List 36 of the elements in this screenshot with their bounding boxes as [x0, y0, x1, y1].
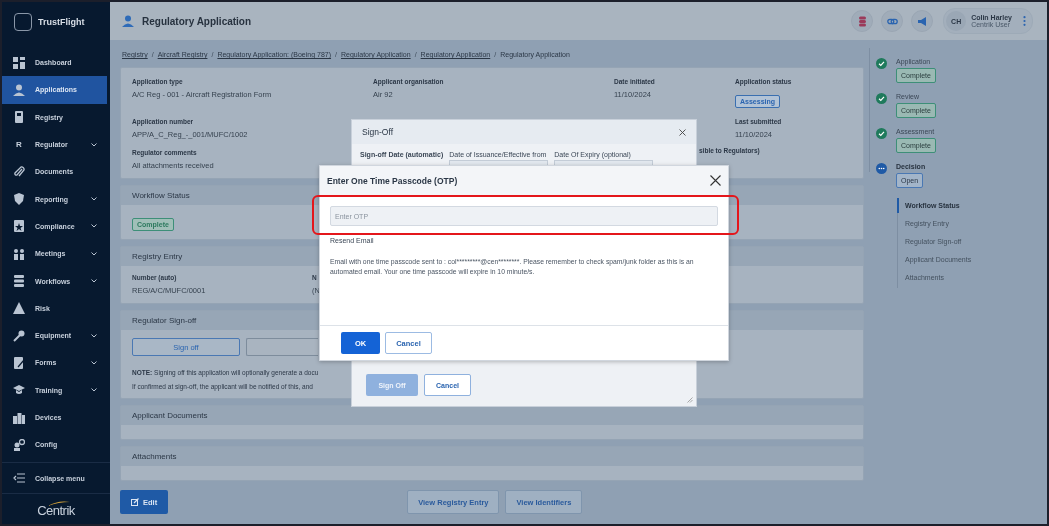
paperclip-icon	[13, 165, 25, 178]
logo-icon	[14, 13, 32, 31]
shield-icon	[13, 193, 25, 206]
resize-handle-icon[interactable]	[687, 397, 693, 403]
brand-name: TrustFlight	[38, 17, 85, 27]
close-icon[interactable]	[679, 128, 686, 136]
dashboard-icon	[13, 56, 25, 69]
page-title: Regulatory Application	[142, 15, 253, 27]
book-icon	[13, 111, 25, 124]
document-star-icon	[13, 220, 25, 233]
dialog-title: Sign-Off	[362, 127, 394, 137]
wrench-icon	[13, 329, 25, 342]
stack-icon	[13, 275, 25, 287]
form-icon	[13, 356, 25, 369]
letter-icon: R	[13, 140, 25, 150]
close-icon[interactable]	[710, 175, 721, 186]
section-title: Applicant Documents	[121, 406, 863, 425]
warning-icon	[13, 302, 25, 315]
user-gear-icon	[13, 438, 25, 451]
collapse-icon	[13, 472, 25, 485]
buildings-icon	[13, 411, 25, 424]
link-button[interactable]	[881, 10, 904, 32]
centrik-logo: Centrik	[37, 500, 75, 518]
database-icon	[856, 15, 868, 27]
database-button[interactable]	[851, 10, 874, 32]
announcement-button[interactable]	[911, 10, 934, 32]
section-title: Attachments	[121, 447, 863, 466]
button[interactable]	[246, 338, 318, 356]
megaphone-icon	[916, 15, 928, 27]
people-icon	[13, 247, 25, 260]
user-icon	[122, 15, 134, 27]
dialog-title: Enter One Time Passcode (OTP)	[327, 175, 458, 186]
edit-icon	[131, 498, 139, 506]
more-icon	[1023, 16, 1026, 26]
user-icon	[13, 83, 25, 96]
graduation-cap-icon	[13, 384, 25, 397]
